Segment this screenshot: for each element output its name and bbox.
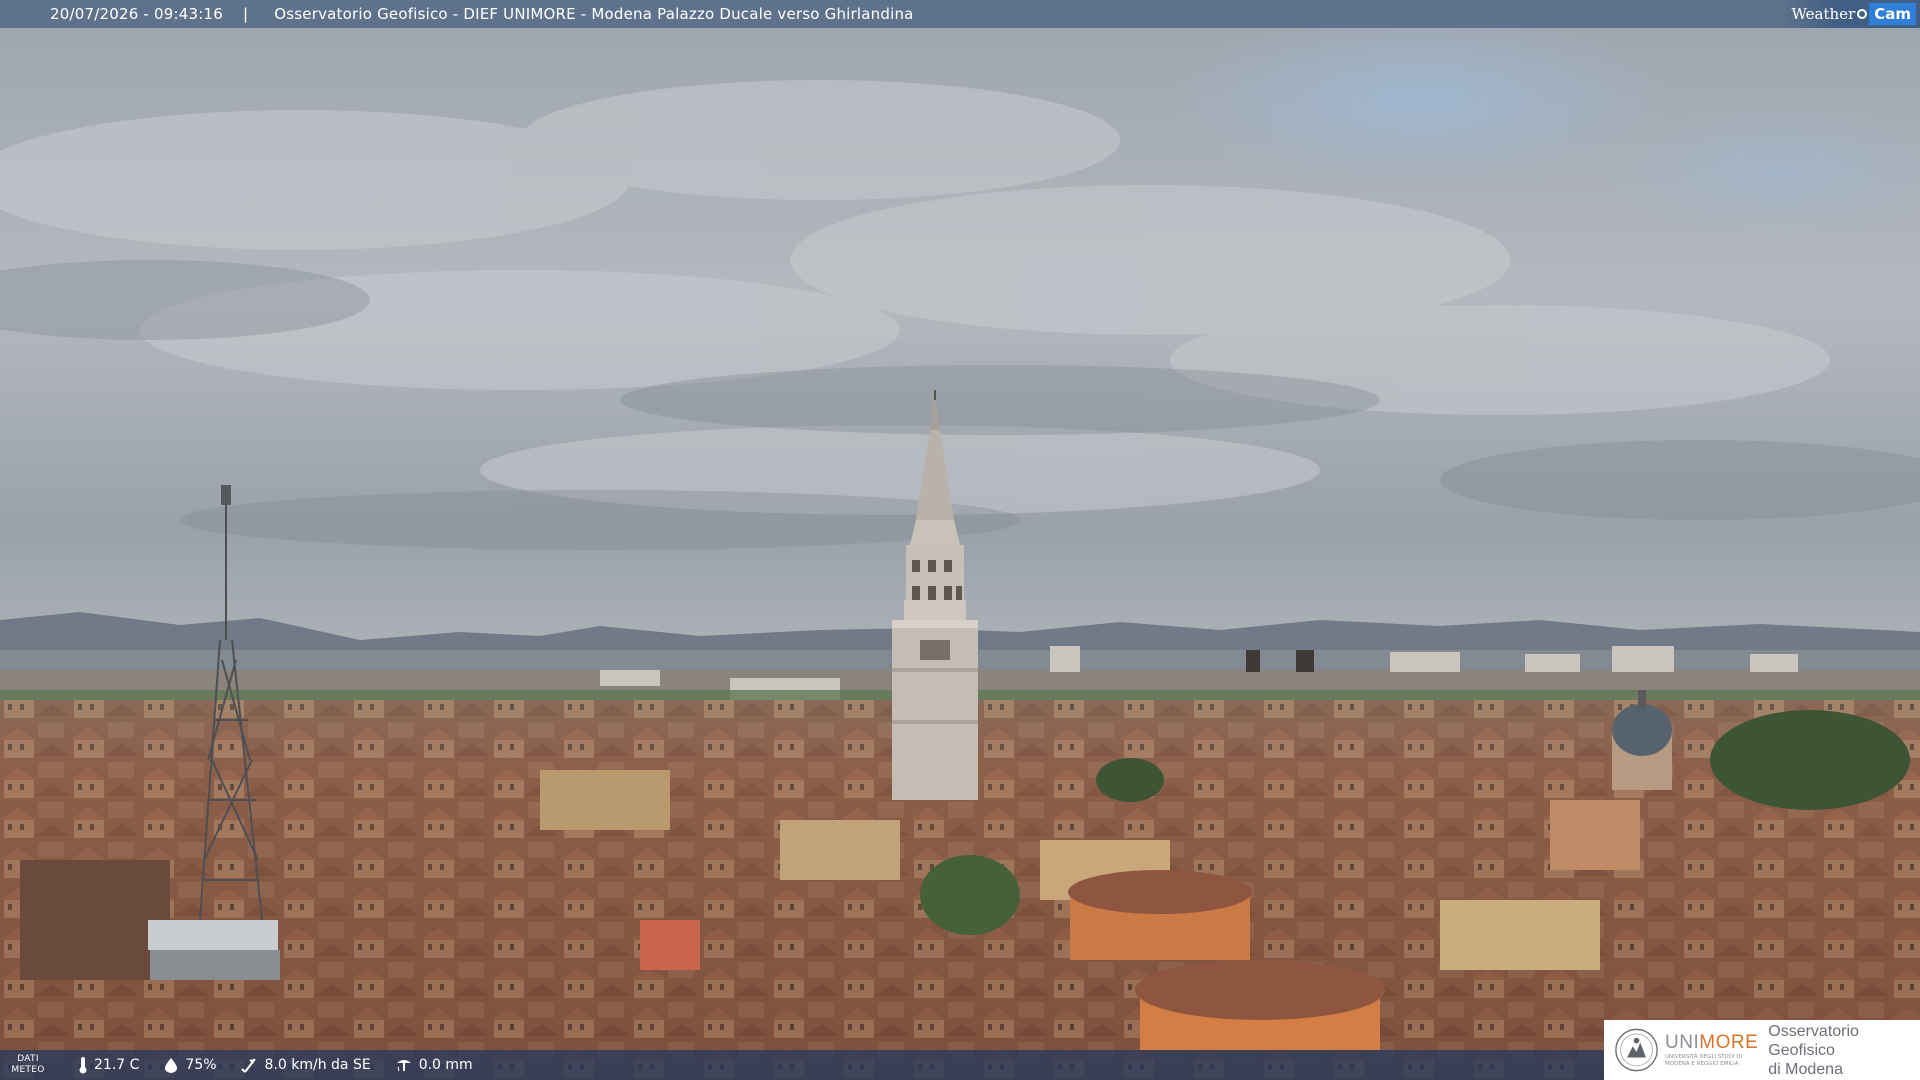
wind-icon <box>240 1058 256 1073</box>
weathercam-dot-icon <box>1857 9 1868 19</box>
camera-title: Osservatorio Geofisico - DIEF UNIMORE - … <box>274 5 914 23</box>
observatory-name-line1: Osservatorio Geofisico <box>1768 1022 1859 1059</box>
meteo-label-line1: DATI <box>17 1054 39 1064</box>
weathercam-logo-weather: Weather <box>1791 5 1856 23</box>
wind-reading: 8.0 km/h da SE <box>240 1057 371 1073</box>
unimore-logo: UNIMORE UNIVERSITÀ DEGLI STUDI DI MODENA… <box>1665 1032 1758 1068</box>
humidity-value: 75% <box>185 1057 217 1073</box>
unimore-subtitle-line1: UNIVERSITÀ DEGLI STUDI DI <box>1665 1054 1743 1060</box>
humidity-reading: 75% <box>163 1057 217 1073</box>
weathercam-logo: Weather Cam <box>1781 0 1920 28</box>
unimore-wordmark-part1: UNI <box>1665 1032 1700 1053</box>
unimore-subtitle-line2: MODENA E REGGIO EMILIA <box>1665 1061 1739 1067</box>
meteo-label: DATI METEO <box>0 1054 56 1076</box>
unimore-brand-panel: UNIMORE UNIVERSITÀ DEGLI STUDI DI MODENA… <box>1604 1020 1920 1080</box>
unimore-wordmark: UNIMORE <box>1665 1032 1758 1054</box>
observatory-name-line2: di Modena <box>1768 1060 1843 1078</box>
unimore-wordmark-part2: MORE <box>1699 1032 1759 1053</box>
thermometer-icon <box>79 1057 87 1074</box>
meteo-label-line2: METEO <box>11 1065 45 1075</box>
weathercam-logo-cam: Cam <box>1869 3 1916 25</box>
wind-value: 8.0 km/h da SE <box>264 1057 371 1073</box>
temperature-value: 21.7 C <box>94 1057 140 1073</box>
timestamp: 20/07/2026 - 09:43:16 <box>50 5 223 23</box>
rain-reading: 0.0 mm <box>395 1057 473 1073</box>
meteo-data-bar: DATI METEO 21.7 C 75% 8.0 km/h da SE 0.0… <box>0 1050 1605 1080</box>
header-separator: | <box>242 5 249 23</box>
rain-gauge-icon <box>396 1060 411 1072</box>
top-info-bar: 20/07/2026 - 09:43:16 | Osservatorio Geo… <box>0 0 1920 28</box>
rain-value: 0.0 mm <box>418 1057 473 1073</box>
university-seal-icon <box>1615 1028 1658 1072</box>
observatory-name: Osservatorio Geofisico di Modena <box>1768 1022 1920 1079</box>
temperature-reading: 21.7 C <box>78 1056 139 1074</box>
humidity-drop-icon <box>165 1058 178 1073</box>
webcam-image <box>0 0 1920 1080</box>
